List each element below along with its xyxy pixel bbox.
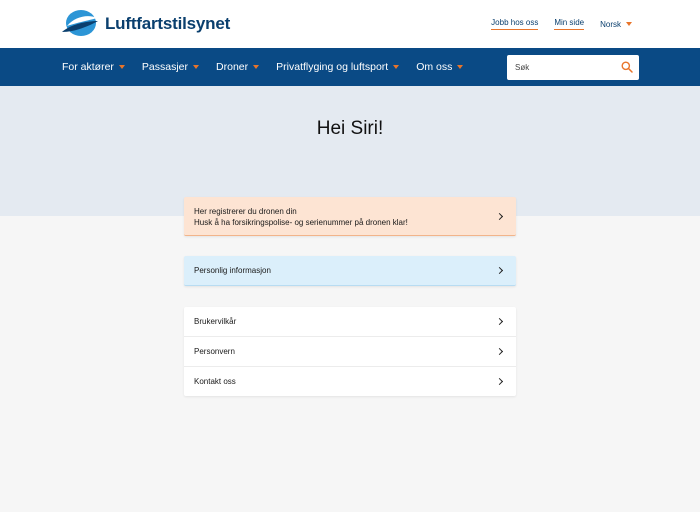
drone-card-line1: Her registrerer du dronen din <box>194 207 297 216</box>
chevron-right-icon <box>495 377 504 385</box>
nav-item-privatflyging[interactable]: Privatflyging og luftsport <box>276 61 400 73</box>
brand-name: Luftfartstilsynet <box>105 14 231 33</box>
drone-card-line2: Husk å ha forsikringspolise- og serienum… <box>194 217 408 227</box>
brand-logo[interactable]: Luftfartstilsynet <box>61 8 230 40</box>
nav-item-passasjer[interactable]: Passasjer <box>141 61 200 73</box>
contact-label: Kontakt oss <box>194 377 236 386</box>
search-icon[interactable] <box>621 61 633 73</box>
chevron-right-icon <box>495 347 504 355</box>
privacy-link[interactable]: Personvern <box>184 337 516 367</box>
drone-registration-card: Her registrerer du dronen din Husk å ha … <box>184 197 516 236</box>
nav-item-label: Om oss <box>416 61 453 73</box>
jobs-link[interactable]: Jobb hos oss <box>491 18 539 30</box>
chevron-down-icon <box>253 65 260 69</box>
language-selector[interactable]: Norsk <box>600 20 632 29</box>
chevron-right-icon <box>495 317 504 325</box>
nav-item-label: Passasjer <box>141 61 189 73</box>
top-links: Jobb hos oss Min side Norsk <box>491 18 632 30</box>
language-label: Norsk <box>600 19 621 29</box>
nav-item-label: Privatflyging og luftsport <box>276 61 389 73</box>
chevron-down-icon <box>118 65 125 69</box>
terms-link[interactable]: Brukervilkår <box>184 307 516 337</box>
chevron-down-icon <box>393 65 400 69</box>
top-header: Luftfartstilsynet Jobb hos oss Min side … <box>0 0 700 48</box>
nav-item-for-aktorer[interactable]: For aktører <box>62 61 125 73</box>
personal-info-card: Personlig informasjon <box>184 256 516 286</box>
privacy-label: Personvern <box>194 347 235 356</box>
nav-item-om-oss[interactable]: Om oss <box>416 61 464 73</box>
personal-info-link[interactable]: Personlig informasjon <box>184 256 516 286</box>
page-title: Hei Siri! <box>316 118 384 139</box>
search-input[interactable] <box>515 63 615 72</box>
chevron-right-icon <box>495 266 504 275</box>
info-links-card: Brukervilkår Personvern Kontakt oss <box>184 307 516 396</box>
my-page-link[interactable]: Min side <box>554 18 585 30</box>
register-drone-link[interactable]: Her registrerer du dronen din Husk å ha … <box>184 197 516 236</box>
logo-mark-icon <box>62 10 98 36</box>
nav-item-droner[interactable]: Droner <box>216 61 260 73</box>
terms-label: Brukervilkår <box>194 317 237 326</box>
chevron-down-icon <box>626 22 632 26</box>
nav-item-label: Droner <box>216 61 249 73</box>
search-box <box>507 55 639 80</box>
chevron-down-icon <box>457 65 464 69</box>
chevron-down-icon <box>193 65 200 69</box>
nav-item-label: For aktører <box>62 61 114 73</box>
contact-link[interactable]: Kontakt oss <box>184 367 516 396</box>
personal-info-label: Personlig informasjon <box>194 266 271 275</box>
